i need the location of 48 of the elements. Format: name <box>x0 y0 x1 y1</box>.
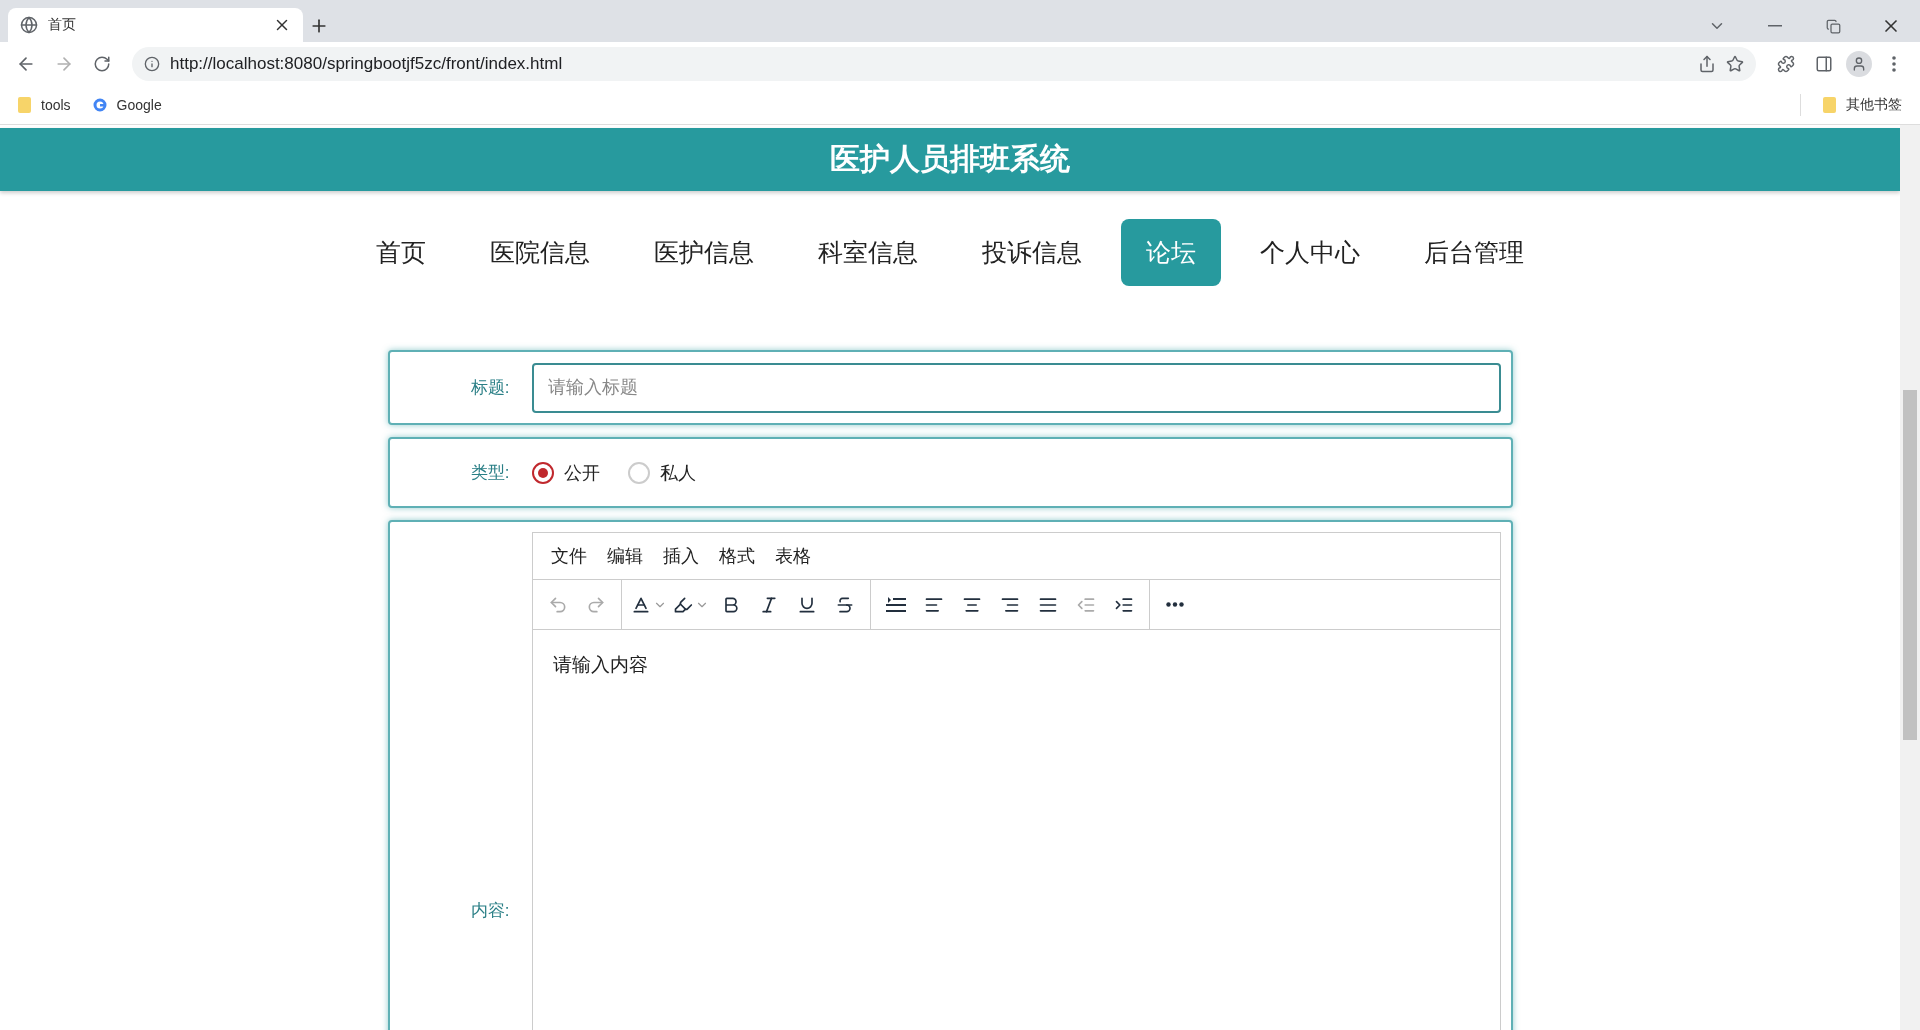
other-bookmarks[interactable]: 其他书签 <box>1823 96 1902 114</box>
bookmark[interactable]: Google <box>92 97 162 113</box>
menu-item[interactable]: 文件 <box>542 540 595 572</box>
editor-text-area[interactable]: 请输入内容 <box>532 630 1500 1030</box>
address-bar[interactable]: http://localhost:8080/springbootjf5zc/front/index.html <box>132 47 1756 81</box>
globe-icon <box>20 16 38 34</box>
radio-option[interactable]: 私人 <box>627 460 696 485</box>
menu-item[interactable]: 格式 <box>710 540 763 572</box>
scrollbar[interactable] <box>1900 125 1920 1030</box>
field-label: 标题: <box>469 377 511 399</box>
nav-item[interactable]: 医护信息 <box>629 219 779 286</box>
browser-tab[interactable]: 首页 <box>8 8 303 42</box>
google-icon <box>92 98 107 112</box>
info-icon <box>144 56 160 72</box>
menu-item[interactable]: 表格 <box>766 540 819 572</box>
nav-item[interactable]: 后台管理 <box>1399 219 1549 286</box>
nav-item[interactable]: 投诉信息 <box>957 219 1107 286</box>
radio-button[interactable] <box>531 461 554 484</box>
nav-item[interactable]: 个人中心 <box>1235 219 1385 286</box>
tab-title: 首页 <box>48 16 76 34</box>
bookmark[interactable]: tools <box>18 97 71 113</box>
profile-avatar[interactable] <box>1846 51 1872 77</box>
nav-item[interactable]: 首页 <box>351 219 451 286</box>
restore-icon <box>1825 18 1841 34</box>
puzzle-icon <box>1777 55 1795 73</box>
share-icon <box>1698 55 1716 73</box>
reload-icon <box>93 55 111 73</box>
title-input[interactable]: 请输入标题 <box>531 362 1501 413</box>
more-icon <box>1165 602 1184 607</box>
highlighter-icon <box>672 594 693 615</box>
editor-placeholder: 请输入内容 <box>552 654 648 675</box>
field-label: 类型: <box>469 462 511 484</box>
minimize-icon <box>1768 25 1782 27</box>
folder-icon <box>1823 97 1836 113</box>
menu-item[interactable]: 编辑 <box>598 540 651 572</box>
nav-item[interactable]: 医院信息 <box>465 219 615 286</box>
menu-item[interactable]: 插入 <box>654 540 707 572</box>
line-height-icon <box>884 594 907 615</box>
nav-item[interactable]: 科室信息 <box>793 219 943 286</box>
side-panel-icon <box>1815 55 1833 73</box>
menu-icon <box>1892 56 1896 72</box>
star-icon <box>1726 55 1744 73</box>
undo-icon <box>547 594 568 615</box>
site-title: 医护人员排班系统 <box>830 141 1070 177</box>
field-label: 内容: <box>469 899 511 922</box>
folder-icon <box>18 97 31 113</box>
radio-option[interactable]: 公开 <box>531 460 600 485</box>
person-icon <box>1851 56 1867 72</box>
